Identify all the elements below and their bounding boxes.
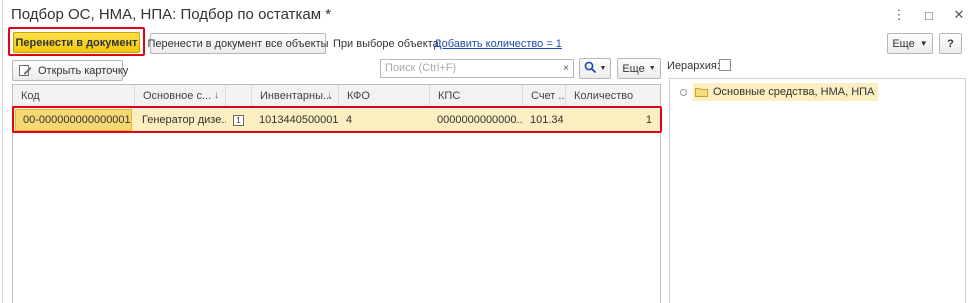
chevron-down-icon: ▼ [599, 65, 607, 72]
col-inventory[interactable]: Инвентарны... ↓ [252, 85, 339, 107]
picker-window: Подбор ОС, НМА, НПА: Подбор по остаткам … [2, 0, 972, 303]
col-account[interactable]: Счет ... [523, 85, 566, 107]
col-kps[interactable]: КПС [430, 85, 523, 107]
chevron-down-icon: ▼ [648, 65, 656, 72]
col-kfo[interactable]: КФО [339, 85, 430, 107]
open-card-label: Открыть карточку [38, 64, 129, 77]
more-button-top[interactable]: Еще ▼ [887, 33, 933, 54]
search-icon [584, 61, 597, 77]
on-select-label: При выборе объекта: [333, 38, 442, 50]
sort-down-icon: ↓ [327, 90, 332, 101]
help-button[interactable]: ? [939, 33, 962, 54]
folder-icon [695, 87, 708, 97]
tree-node[interactable]: Основные средства, НМА, НПА [693, 83, 879, 101]
sort-down-icon: ↓ [214, 90, 219, 101]
more-label: Еще [622, 62, 645, 75]
row-highlight [12, 106, 662, 133]
close-icon[interactable]: ✕ [952, 7, 966, 22]
menu-dots-icon[interactable]: ⋮ [892, 7, 906, 22]
hierarchy-tree: Основные средства, НМА, НПА [669, 78, 966, 303]
col-code[interactable]: Код [13, 85, 135, 107]
search-button[interactable]: ▼ [579, 58, 611, 79]
search-input[interactable]: Поиск (Ctrl+F) [380, 59, 560, 78]
add-quantity-link[interactable]: Добавить количество = 1 [434, 38, 562, 50]
edit-icon [19, 65, 32, 76]
maximize-icon[interactable]: □ [922, 8, 936, 23]
open-card-button[interactable]: Открыть карточку [12, 60, 128, 81]
col-asset[interactable]: Основное с... ↓ [135, 85, 226, 107]
table-header: Код Основное с... ↓ Инвентарны... ↓ КФО КП… [13, 85, 660, 107]
window-title: Подбор ОС, НМА, НПА: Подбор по остаткам … [11, 6, 332, 23]
transfer-all-button[interactable]: Перенести в документ все объекты [147, 33, 329, 54]
col-marker[interactable] [226, 85, 252, 107]
hierarchy-checkbox[interactable] [719, 59, 731, 71]
tree-item-label: Основные средства, НМА, НПА [713, 86, 875, 98]
col-quantity[interactable]: Количество [566, 85, 660, 107]
tree-item[interactable]: Основные средства, НМА, НПА [670, 82, 879, 102]
more-label: Еще [892, 37, 915, 50]
expand-circle-icon[interactable] [680, 88, 687, 96]
window-controls: ⋮ □ ✕ [892, 7, 966, 23]
clear-search-icon[interactable]: × [559, 59, 574, 78]
hierarchy-label: Иерархия: [667, 60, 720, 72]
chevron-down-icon: ▼ [919, 39, 928, 48]
more-button-list[interactable]: Еще ▼ [617, 58, 661, 79]
transfer-to-document-button[interactable]: Перенести в документ [13, 32, 140, 53]
